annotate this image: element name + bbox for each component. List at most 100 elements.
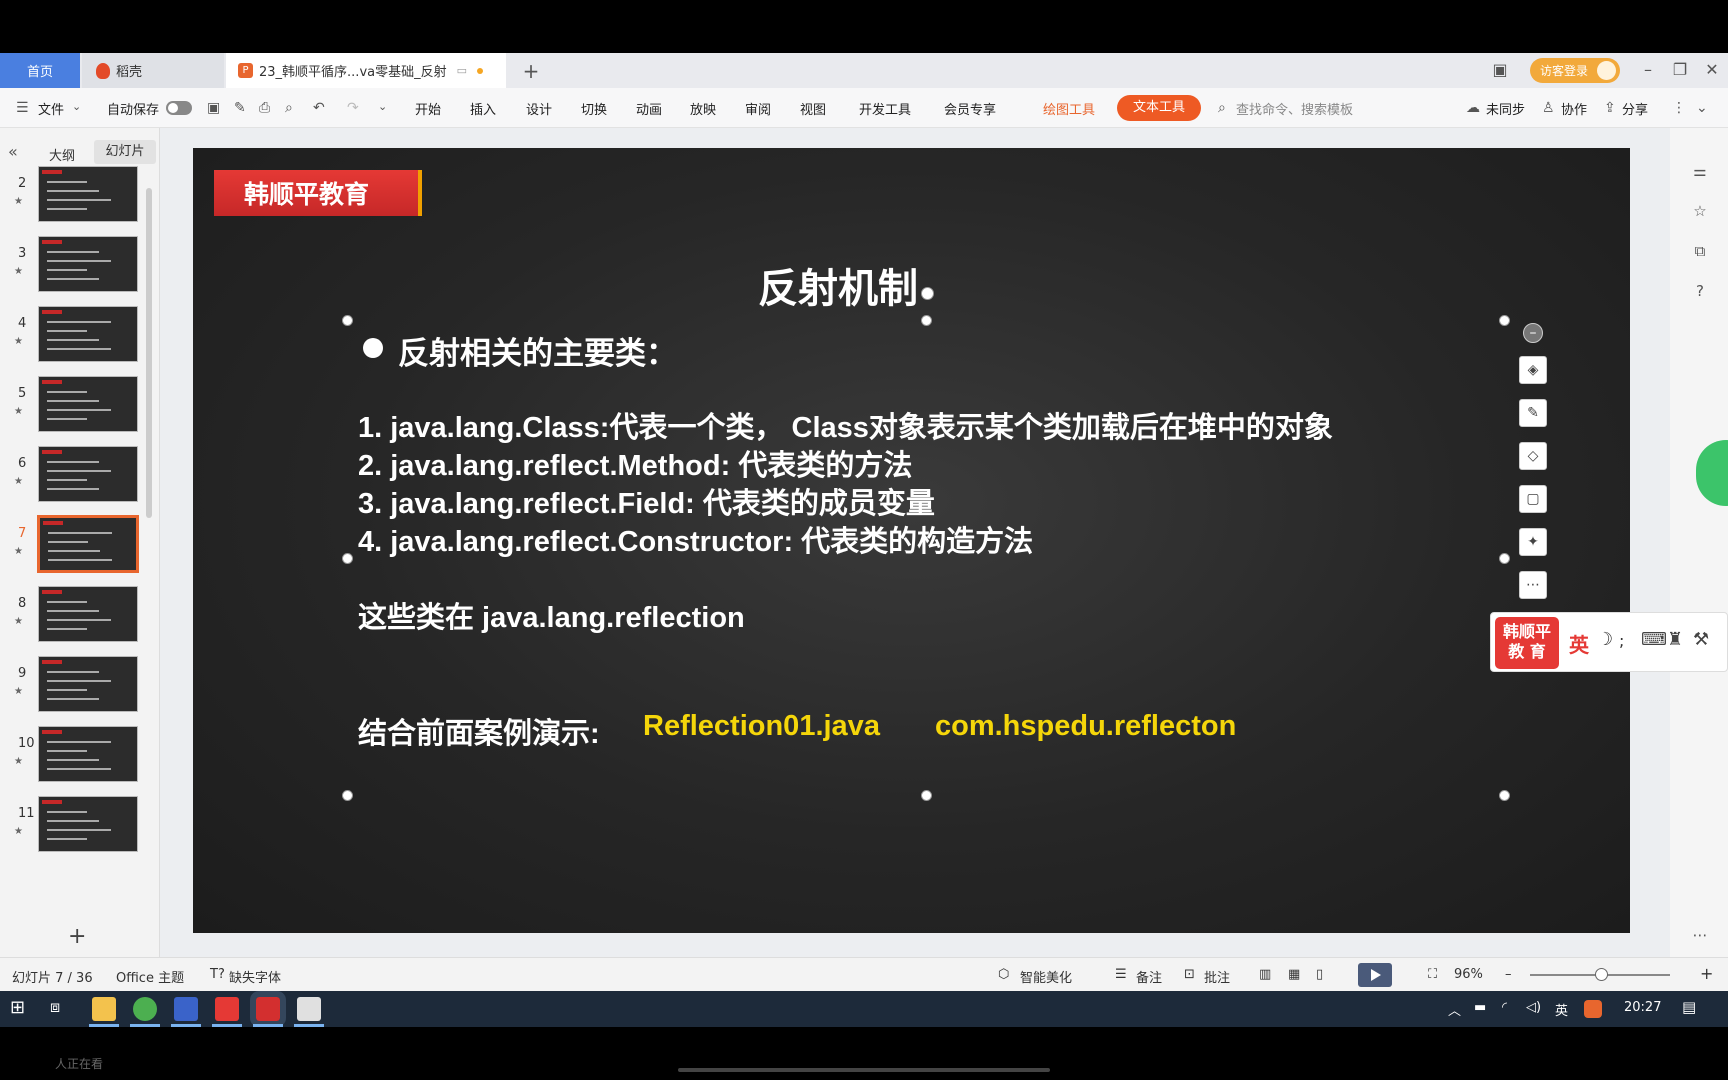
file-explorer-icon[interactable]: [92, 997, 116, 1021]
menu-developer[interactable]: 开发工具: [859, 99, 911, 118]
fit-window-icon[interactable]: ⛶: [1428, 967, 1437, 982]
resize-handle-n[interactable]: [921, 315, 932, 326]
network-icon[interactable]: ◜: [1502, 1000, 1507, 1015]
tab-daoke[interactable]: 稻壳: [82, 53, 224, 88]
notification-icon[interactable]: ▤: [1682, 998, 1696, 1016]
zoom-slider-knob[interactable]: [1595, 968, 1608, 981]
menu-transition[interactable]: 切换: [581, 99, 607, 118]
terminal-icon[interactable]: [297, 997, 321, 1021]
pin-icon[interactable]: ☆: [1690, 202, 1710, 222]
menu-file[interactable]: 文件: [38, 99, 64, 118]
zoom-in-button[interactable]: +: [1700, 964, 1713, 983]
tray-expand-icon[interactable]: ︿: [1448, 1000, 1461, 1019]
format-painter-icon[interactable]: ✎: [234, 100, 246, 116]
windows-start-icon[interactable]: ⊞: [10, 997, 25, 1018]
new-tab-button[interactable]: +: [516, 53, 546, 88]
comment-button[interactable]: 批注: [1204, 967, 1230, 986]
wrench-icon[interactable]: ⚒: [1693, 629, 1709, 650]
guest-login-button[interactable]: 访客登录: [1530, 58, 1620, 83]
bullet-heading[interactable]: 反射相关的主要类：: [398, 328, 677, 373]
class-item-4[interactable]: 4. java.lang.reflect.Constructor: 代表类的构造…: [358, 518, 1033, 560]
frame-icon[interactable]: ▢: [1519, 485, 1547, 513]
resize-handle-sw[interactable]: [342, 790, 353, 801]
class-item-1[interactable]: 1. java.lang.Class:代表一个类， Class对象表示某个类加载…: [358, 404, 1333, 446]
slide-thumbnail-row[interactable]: 7 ★: [0, 515, 150, 578]
layout-icon[interactable]: ▣: [1488, 58, 1512, 82]
panel-scrollbar[interactable]: [146, 188, 152, 518]
taskbar-clock[interactable]: 20:27: [1624, 1000, 1661, 1015]
theme-name[interactable]: Office 主题: [116, 967, 184, 986]
volume-icon[interactable]: ◁): [1526, 1000, 1541, 1015]
tab-outline[interactable]: 大纲: [49, 145, 75, 164]
class-item-3[interactable]: 3. java.lang.reflect.Field: 代表类的成员变量: [358, 480, 935, 522]
menu-draw-tools[interactable]: 绘图工具: [1043, 99, 1095, 118]
reading-view-icon[interactable]: ▯: [1316, 967, 1323, 982]
slide-title[interactable]: 反射机制: [758, 256, 918, 314]
print-icon[interactable]: ⎙: [259, 100, 270, 116]
slide-thumbnail[interactable]: [38, 656, 138, 712]
ime-language[interactable]: 英: [1569, 629, 1589, 658]
slide-thumbnail[interactable]: [38, 726, 138, 782]
idea-icon[interactable]: [174, 997, 198, 1021]
command-search-input[interactable]: 查找命令、搜索模板: [1236, 99, 1353, 118]
battery-icon[interactable]: ▬: [1474, 1000, 1486, 1015]
slide-thumbnail-row[interactable]: 2 ★: [0, 166, 150, 228]
menu-animation[interactable]: 动画: [636, 99, 662, 118]
taskbar-ime-language[interactable]: 英: [1555, 1000, 1568, 1019]
slide-thumbnail-row[interactable]: 8 ★: [0, 586, 150, 648]
slide-thumbnail-row[interactable]: 5 ★: [0, 376, 150, 438]
resize-handle-s[interactable]: [921, 790, 932, 801]
bulb-icon[interactable]: ✦: [1519, 528, 1547, 556]
pen-icon[interactable]: ✎: [1519, 399, 1547, 427]
slide-thumbnail-row[interactable]: 6 ★: [0, 446, 150, 508]
slide-thumbnail[interactable]: [38, 586, 138, 642]
rotate-handle[interactable]: [921, 287, 934, 300]
notes-button[interactable]: 备注: [1136, 967, 1162, 986]
slide-thumbnail[interactable]: [38, 306, 138, 362]
collapse-panel-icon[interactable]: «: [8, 142, 18, 161]
autosave-toggle[interactable]: [166, 101, 192, 115]
play-slideshow-button[interactable]: [1358, 963, 1392, 987]
keyboard-icon[interactable]: ⌨: [1641, 629, 1667, 650]
resize-handle-e[interactable]: [1499, 553, 1510, 564]
more-chevron-icon[interactable]: ⌄: [378, 100, 387, 113]
more-options-icon[interactable]: ⋮: [1672, 100, 1686, 116]
slide-thumbnail[interactable]: [37, 515, 139, 573]
slide-thumbnail-row[interactable]: 3 ★: [0, 236, 150, 298]
properties-icon[interactable]: ⚌: [1690, 162, 1710, 182]
tab-slides[interactable]: 幻灯片: [94, 140, 156, 164]
skin-icon[interactable]: ♜: [1667, 629, 1683, 650]
slide-thumbnail-row[interactable]: 4 ★: [0, 306, 150, 368]
help-icon[interactable]: ?: [1690, 282, 1710, 302]
resize-handle-se[interactable]: [1499, 790, 1510, 801]
more-tools-icon[interactable]: ⋯: [1519, 571, 1547, 599]
package-note[interactable]: 这些类在 java.lang.reflection: [358, 594, 745, 636]
chevron-down-icon[interactable]: ⌄: [72, 100, 81, 113]
class-item-2[interactable]: 2. java.lang.reflect.Method: 代表类的方法: [358, 442, 912, 484]
menu-insert[interactable]: 插入: [470, 99, 496, 118]
sync-status[interactable]: 未同步: [1486, 99, 1525, 118]
menu-design[interactable]: 设计: [526, 99, 552, 118]
menu-member[interactable]: 会员专享: [944, 99, 996, 118]
slide-thumbnail-row[interactable]: 9 ★: [0, 656, 150, 718]
demo-file[interactable]: Reflection01.java: [643, 710, 880, 743]
tab-document[interactable]: P 23_韩顺平循序...va零基础_反射 ▭: [226, 53, 506, 88]
slide-thumbnail[interactable]: [38, 166, 138, 222]
zoom-level[interactable]: 96%: [1454, 967, 1483, 982]
redo-icon[interactable]: ↷: [347, 100, 359, 116]
collapse-ribbon-icon[interactable]: ⌄: [1696, 100, 1708, 116]
moon-icon[interactable]: ☽: [1597, 629, 1613, 650]
chrome-icon[interactable]: [133, 997, 157, 1021]
xmind-icon[interactable]: [215, 997, 239, 1021]
ime-logo[interactable]: 韩顺平教 育: [1495, 617, 1559, 669]
sidebar-more-icon[interactable]: ⋯: [1690, 926, 1710, 946]
slide-thumbnail[interactable]: [38, 236, 138, 292]
menu-text-tools[interactable]: 文本工具: [1117, 95, 1201, 121]
menu-review[interactable]: 审阅: [745, 99, 771, 118]
slide-thumbnail-row[interactable]: 10 ★: [0, 726, 150, 788]
resize-handle-ne[interactable]: [1499, 315, 1510, 326]
menu-view[interactable]: 视图: [800, 99, 826, 118]
resize-handle-nw[interactable]: [342, 315, 353, 326]
missing-font-button[interactable]: 缺失字体: [229, 967, 281, 986]
punctuation-icon[interactable]: ;: [1619, 631, 1624, 650]
